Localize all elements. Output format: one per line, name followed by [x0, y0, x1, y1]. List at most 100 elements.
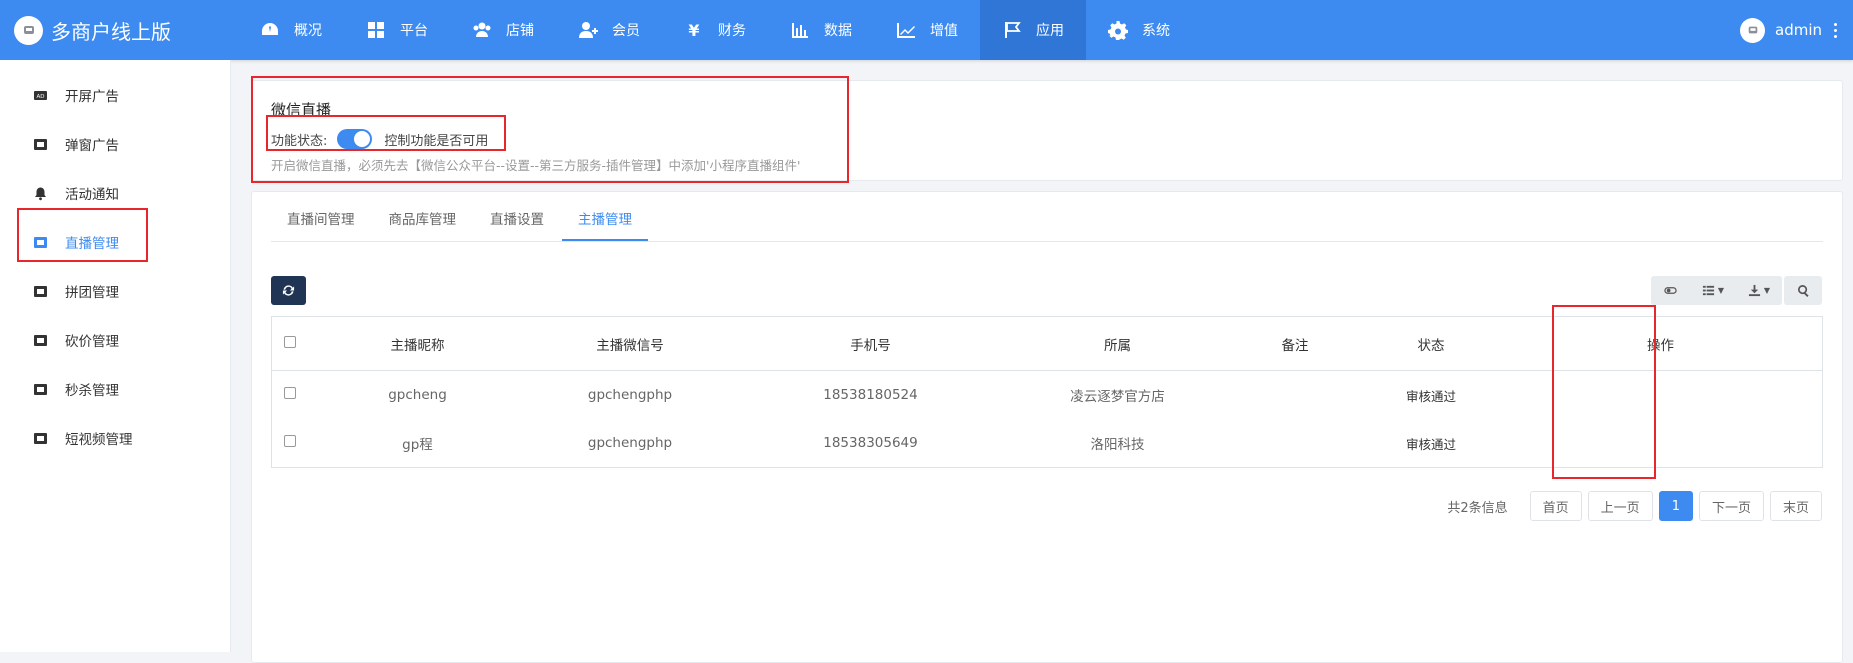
refresh-button[interactable]	[271, 276, 306, 305]
sidebar-item-label: 弹窗广告	[65, 138, 119, 154]
nav-item-data[interactable]: 数据	[768, 0, 874, 60]
anchor-remark	[1227, 371, 1363, 420]
nav-label: 应用	[1036, 23, 1064, 39]
toggle-description: 控制功能是否可用	[384, 133, 489, 149]
nav-item-finance[interactable]: ¥ 财务	[662, 0, 768, 60]
row-select-cell	[272, 371, 309, 420]
anchor-management-panel: 直播间管理 商品库管理 直播设置 主播管理 ▼ ▼ 主播昵称 主播微信号 手机号…	[251, 191, 1843, 663]
nav-label: 概况	[294, 23, 322, 39]
user-plus-icon	[578, 20, 598, 40]
bell-icon	[33, 186, 48, 201]
anchor-belong: 洛阳科技	[1090, 437, 1145, 453]
more-vertical-icon[interactable]	[1834, 22, 1837, 38]
column-header[interactable]: 所属	[1008, 316, 1227, 371]
sidebar-item-label: 拼团管理	[65, 285, 119, 301]
sidebar-item-activity-notice[interactable]: 活动通知	[33, 183, 119, 203]
row-checkbox[interactable]	[284, 387, 296, 399]
column-header[interactable]: 主播微信号	[527, 316, 733, 371]
column-header[interactable]: 主播昵称	[308, 316, 527, 371]
toolbar-group: ▼ ▼	[1651, 276, 1782, 305]
columns-button[interactable]: ▼	[1690, 276, 1736, 305]
table-row: gp程 gpchengphp 18538305649 洛阳科技 审核通过	[272, 419, 1823, 468]
tab-live-rooms[interactable]: 直播间管理	[271, 206, 371, 241]
search-button[interactable]	[1784, 276, 1822, 305]
column-header[interactable]: 状态	[1363, 316, 1499, 371]
brand[interactable]: 多商户线上版	[14, 0, 171, 60]
nav-item-members[interactable]: 会员	[556, 0, 662, 60]
next-page-button[interactable]: 下一页	[1698, 491, 1764, 521]
column-header[interactable]: 备注	[1227, 316, 1363, 371]
first-page-button[interactable]: 首页	[1529, 491, 1582, 521]
anchor-nickname: gpcheng	[388, 387, 447, 403]
main-nav: 概况 平台 店铺 会员 ¥ 财务 数据 增值 应用 系统	[238, 0, 1192, 60]
nav-label: 系统	[1142, 23, 1170, 39]
nav-label: 店铺	[506, 23, 534, 39]
live-panel-title: 微信直播	[271, 101, 332, 119]
nav-item-value-added[interactable]: 增值	[874, 0, 980, 60]
flash-sale-icon	[33, 382, 48, 397]
sidebar-item-label: 直播管理	[65, 236, 119, 252]
user-menu[interactable]: admin	[1740, 0, 1837, 60]
sidebar-item-splash-ad[interactable]: AD 开屏广告	[33, 85, 119, 105]
anchor-belong: 凌云逐梦官方店	[1070, 389, 1165, 405]
popup-icon	[33, 137, 48, 152]
sidebar-item-short-video[interactable]: 短视频管理	[33, 428, 133, 448]
chevron-down-icon: ▼	[1717, 286, 1725, 295]
yen-icon: ¥	[688, 20, 700, 40]
sidebar: AD 开屏广告 弹窗广告 活动通知 直播管理 拼团管理 砍价管理 秒杀管理 短视…	[0, 60, 231, 652]
brand-logo-icon	[14, 15, 43, 45]
download-icon	[1748, 284, 1760, 297]
last-page-button[interactable]: 末页	[1769, 491, 1822, 521]
tab-anchor-management[interactable]: 主播管理	[562, 206, 648, 241]
select-all-checkbox[interactable]	[284, 335, 296, 348]
nav-item-system[interactable]: 系统	[1086, 0, 1192, 60]
export-button[interactable]: ▼	[1736, 276, 1782, 305]
column-header[interactable]: 手机号	[733, 316, 1008, 371]
sidebar-item-label: 开屏广告	[65, 89, 119, 105]
setup-hint: 开启微信直播，必须先去【微信公众平台--设置--第三方服务-插件管理】中添加'小…	[271, 158, 801, 173]
nav-label: 会员	[612, 23, 640, 39]
sidebar-item-bargain[interactable]: 砍价管理	[33, 330, 119, 350]
nav-item-shops[interactable]: 店铺	[450, 0, 556, 60]
current-page-button[interactable]: 1	[1658, 491, 1693, 521]
live-icon	[33, 235, 48, 250]
tab-product-library[interactable]: 商品库管理	[373, 206, 473, 241]
column-header[interactable]: 操作	[1499, 316, 1823, 371]
feature-toggle[interactable]	[337, 129, 373, 149]
status-label: 功能状态:	[271, 133, 328, 149]
video-icon	[33, 431, 48, 446]
anchor-wechat: gpchengphp	[587, 435, 673, 451]
anchor-status: 审核通过	[1405, 388, 1456, 404]
group-icon	[33, 284, 48, 299]
sidebar-item-live-management[interactable]: 直播管理	[33, 232, 119, 252]
pagination-info: 共2条信息	[1447, 500, 1508, 516]
nav-item-platform[interactable]: 平台	[344, 0, 450, 60]
ad-icon: AD	[33, 88, 48, 103]
sidebar-item-popup-ad[interactable]: 弹窗广告	[33, 134, 119, 154]
users-icon	[472, 20, 492, 40]
toggle-icon	[1664, 287, 1677, 294]
anchor-status: 审核通过	[1405, 436, 1456, 452]
grid-icon	[366, 20, 386, 40]
live-settings-panel: 微信直播 功能状态: 控制功能是否可用 开启微信直播，必须先去【微信公众平台--…	[251, 80, 1843, 181]
row-checkbox[interactable]	[284, 435, 296, 447]
sidebar-item-flash-sale[interactable]: 秒杀管理	[33, 379, 119, 399]
brand-title: 多商户线上版	[51, 19, 171, 44]
sidebar-item-label: 活动通知	[65, 187, 119, 203]
anchor-actions[interactable]	[1499, 419, 1823, 468]
toggle-view-button[interactable]	[1651, 276, 1690, 305]
table-header-row: 主播昵称 主播微信号 手机号 所属 备注 状态 操作	[271, 316, 1823, 371]
nav-item-apps[interactable]: 应用	[980, 0, 1086, 60]
sidebar-item-label: 砍价管理	[65, 334, 119, 350]
flag-icon	[1002, 20, 1022, 40]
table-toolbar: ▼ ▼	[1651, 276, 1822, 305]
nav-item-overview[interactable]: 概况	[238, 0, 344, 60]
anchor-phone: 18538180524	[823, 387, 918, 403]
nav-label: 平台	[400, 23, 428, 39]
prev-page-button[interactable]: 上一页	[1587, 491, 1653, 521]
row-select-cell	[272, 419, 309, 468]
anchor-actions[interactable]	[1499, 371, 1823, 420]
tab-live-settings[interactable]: 直播设置	[474, 206, 560, 241]
gear-icon	[1108, 20, 1128, 40]
sidebar-item-group-buy[interactable]: 拼团管理	[33, 281, 119, 301]
